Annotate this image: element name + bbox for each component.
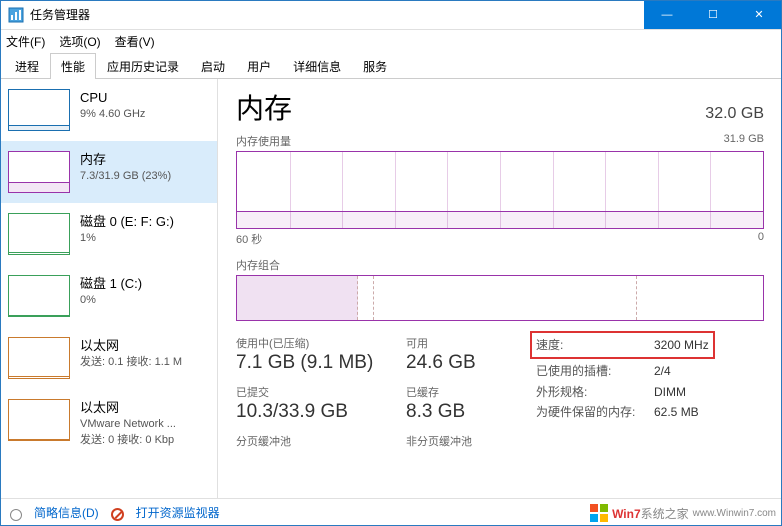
page-title: 内存 [236,87,292,127]
speed-key: 速度: [536,335,636,355]
cached-label: 已缓存 [406,384,516,400]
tab-users[interactable]: 用户 [236,53,282,79]
sidebar-item-cpu[interactable]: CPU9% 4.60 GHz [0,79,217,141]
slots-value: 2/4 [654,361,671,381]
usage-max: 31.9 GB [724,133,764,149]
tab-performance[interactable]: 性能 [50,53,96,79]
disk1-thumb [8,275,70,317]
sidebar-item-disk0[interactable]: 磁盘 0 (E: F: G:)1% [0,203,217,265]
form-key: 外形规格: [536,382,636,402]
tab-services[interactable]: 服务 [352,53,398,79]
axis-right: 0 [758,231,764,247]
axis-left: 60 秒 [236,231,262,247]
minimize-button[interactable]: — [644,0,690,29]
sidebar-item-memory[interactable]: 内存7.3/31.9 GB (23%) [0,141,217,203]
mem-thumb [8,151,70,193]
content: CPU9% 4.60 GHz 内存7.3/31.9 GB (23%) 磁盘 0 … [0,79,782,499]
close-button[interactable]: ✕ [736,0,782,29]
form-value: DIMM [654,382,686,402]
resmon-icon [111,508,124,521]
avail-value: 24.6 GB [406,352,516,374]
composition-label: 内存组合 [236,257,764,273]
sidebar-item-eth1[interactable]: 以太网VMware Network ...发送: 0 接收: 0 Kbp [0,389,217,458]
stats: 使用中(已压缩)7.1 GB (9.1 MB) 可用24.6 GB 已提交10.… [236,335,764,449]
menu-options[interactable]: 选项(O) [59,33,100,50]
memory-composition-chart [236,275,764,321]
paged-label: 分页缓冲池 [236,433,406,449]
eth1-sub2: VMware Network ... [80,417,176,432]
disk0-name: 磁盘 0 (E: F: G:) [80,213,174,231]
speed-value: 3200 MHz [654,335,709,355]
cpu-name: CPU [80,89,145,107]
windows-icon [590,504,608,522]
titlebar: 任务管理器 — ☐ ✕ [0,0,782,30]
brief-info-link[interactable]: 简略信息(D) [34,504,99,521]
menu-view[interactable]: 查看(V) [115,33,155,50]
inuse-value: 7.1 GB (9.1 MB) [236,352,406,374]
eth1-thumb [8,399,70,441]
disk1-sub: 0% [80,293,142,308]
menubar: 文件(F) 选项(O) 查看(V) [0,30,782,52]
sidebar-item-disk1[interactable]: 磁盘 1 (C:)0% [0,265,217,327]
menu-file[interactable]: 文件(F) [6,33,45,50]
usage-label: 内存使用量 [236,133,291,149]
main-panel: 内存 32.0 GB 内存使用量 31.9 GB 60 秒 0 内存组合 [218,79,782,499]
maximize-button[interactable]: ☐ [690,0,736,29]
eth1-sub: 发送: 0 接收: 0 Kbp [80,433,176,448]
disk0-thumb [8,213,70,255]
sidebar: CPU9% 4.60 GHz 内存7.3/31.9 GB (23%) 磁盘 0 … [0,79,218,499]
eth1-name: 以太网 [80,399,176,417]
memory-details: 速度: 3200 MHz 已使用的插槽: 2/4 外形规格: DIMM 为硬件保留的内… [536,335,709,449]
nonpaged-label: 非分页缓冲池 [406,433,516,449]
disk0-sub: 1% [80,231,174,246]
eth0-name: 以太网 [80,337,182,355]
watermark: Win7系统之家 www.Winwin7.com [590,504,776,522]
reserved-value: 62.5 MB [654,402,699,422]
disk1-name: 磁盘 1 (C:) [80,275,142,293]
eth0-sub: 发送: 0.1 接收: 1.1 M [80,355,182,370]
cpu-thumb [8,89,70,131]
commit-label: 已提交 [236,384,406,400]
mem-name: 内存 [80,151,171,169]
window-title: 任务管理器 [30,6,644,23]
mem-sub: 7.3/31.9 GB (23%) [80,169,171,184]
commit-value: 10.3/33.9 GB [236,401,406,423]
reserved-key: 为硬件保留的内存: [536,402,636,422]
app-icon [8,7,24,23]
window-controls: — ☐ ✕ [644,0,782,29]
total-memory: 32.0 GB [705,105,764,123]
tab-startup[interactable]: 启动 [190,53,236,79]
tab-details[interactable]: 详细信息 [282,53,352,79]
inuse-label: 使用中(已压缩) [236,335,406,351]
cpu-sub: 9% 4.60 GHz [80,107,145,122]
cached-value: 8.3 GB [406,401,516,423]
slots-key: 已使用的插槽: [536,361,636,381]
tab-processes[interactable]: 进程 [4,53,50,79]
chevron-icon[interactable] [10,509,22,521]
sidebar-item-eth0[interactable]: 以太网发送: 0.1 接收: 1.1 M [0,327,217,389]
eth0-thumb [8,337,70,379]
tab-history[interactable]: 应用历史记录 [96,53,190,79]
memory-usage-chart [236,151,764,229]
avail-label: 可用 [406,335,516,351]
resource-monitor-link[interactable]: 打开资源监视器 [136,504,220,521]
tabs: 进程 性能 应用历史记录 启动 用户 详细信息 服务 [0,52,782,79]
